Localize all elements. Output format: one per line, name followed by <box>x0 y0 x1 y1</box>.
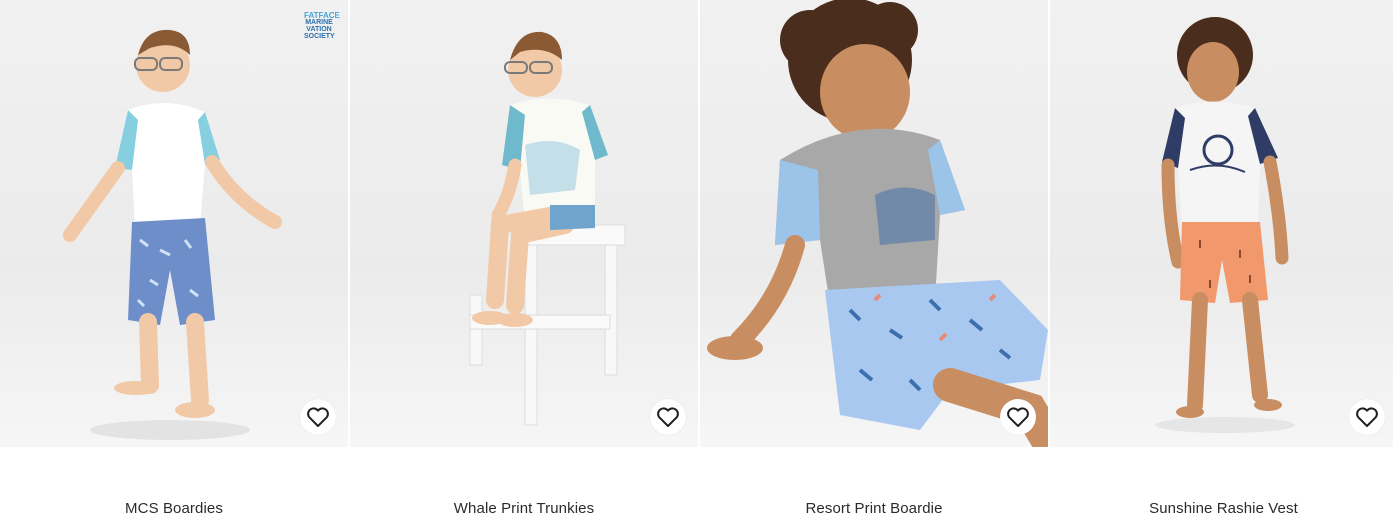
badge-brand-text: FATFACE <box>304 11 340 20</box>
product-image[interactable] <box>1050 0 1393 447</box>
heart-outline-icon <box>657 407 679 427</box>
heart-outline-icon <box>1007 407 1029 427</box>
product-image[interactable] <box>350 0 698 447</box>
product-card[interactable]: FATFACE MARINE VATION SOCIETY MCS Boardi… <box>0 0 348 526</box>
product-card[interactable]: Sunshine Rashie Vest <box>1050 0 1393 526</box>
favourite-button[interactable] <box>650 399 686 435</box>
product-image[interactable] <box>700 0 1048 447</box>
favourite-button[interactable] <box>1000 399 1036 435</box>
product-image[interactable]: FATFACE MARINE VATION SOCIETY <box>0 0 348 447</box>
favourite-button[interactable] <box>300 399 336 435</box>
product-photo-figure <box>63 29 282 440</box>
product-grid: FATFACE MARINE VATION SOCIETY MCS Boardi… <box>0 0 1393 526</box>
product-title[interactable]: MCS Boardies <box>0 500 348 517</box>
brand-badge: FATFACE MARINE VATION SOCIETY <box>304 11 340 41</box>
product-photo-figure <box>469 31 626 426</box>
badge-line-text: SOCIETY <box>304 33 335 40</box>
favourite-button[interactable] <box>1349 399 1385 435</box>
product-title[interactable]: Whale Print Trunkies <box>350 500 698 517</box>
product-card[interactable]: Whale Print Trunkies <box>350 0 698 526</box>
badge-line-text: VATION <box>306 26 332 33</box>
heart-outline-icon <box>1356 407 1378 427</box>
product-title[interactable]: Sunshine Rashie Vest <box>1050 500 1393 517</box>
badge-line-text: MARINE <box>305 19 333 26</box>
product-card[interactable]: Resort Print Boardie <box>700 0 1048 526</box>
product-photo-figure <box>707 0 1048 447</box>
heart-outline-icon <box>307 407 329 427</box>
product-photo-figure <box>1155 17 1295 433</box>
product-title[interactable]: Resort Print Boardie <box>700 500 1048 517</box>
